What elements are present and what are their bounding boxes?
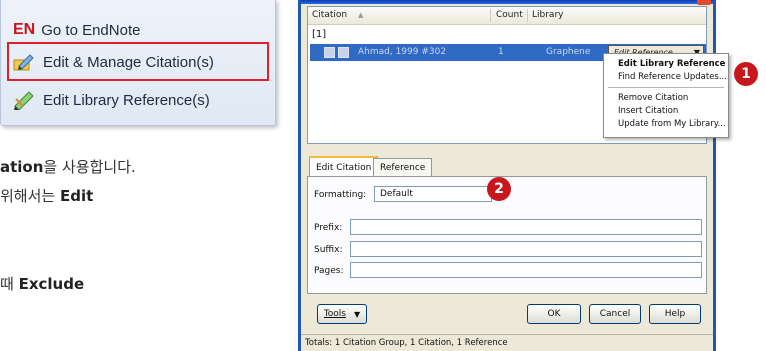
tools-button[interactable]: Tools ▼ — [317, 304, 367, 324]
edit-manage-citations-button[interactable]: Edit & Manage Citation(s) — [13, 48, 263, 76]
instruction-line-2-text: 위해서는 — [0, 187, 60, 205]
callout-badge-1: 1 — [734, 62, 758, 86]
move-up-icon[interactable] — [324, 47, 335, 58]
close-icon[interactable] — [697, 0, 711, 5]
title-bar — [301, 0, 713, 4]
menu-item-remove-citation[interactable]: Remove Citation — [618, 93, 688, 103]
instruction-line-3-bold: Exclude — [18, 275, 85, 293]
tab-reference[interactable]: Reference — [373, 158, 433, 176]
suffix-field[interactable] — [350, 241, 702, 257]
prefix-label: Prefix: — [314, 223, 343, 233]
column-citation[interactable]: Citation ▲ — [312, 10, 363, 20]
column-count[interactable]: Count — [496, 10, 523, 20]
cancel-button[interactable]: Cancel — [589, 304, 641, 324]
menu-item-update-from-library[interactable]: Update from My Library... — [618, 119, 726, 129]
column-separator — [527, 9, 528, 22]
endnote-logo-icon: EN — [13, 21, 36, 38]
tab-edit-citation[interactable]: Edit Citation — [309, 156, 379, 177]
menu-item-edit-library-reference[interactable]: Edit Library Reference — [618, 59, 725, 69]
callout-badge-2: 2 — [487, 177, 511, 201]
instruction-line-2-bold: Edit — [59, 187, 94, 205]
citation-cell: Ahmad, 1999 #302 — [358, 47, 447, 57]
move-down-icon[interactable] — [338, 47, 349, 58]
formatting-label: Formatting: — [314, 190, 367, 200]
edit-library-reference-button[interactable]: Edit Library Reference(s) — [13, 86, 263, 114]
column-citation-label: Citation — [312, 10, 348, 20]
instruction-line-1: ation을 사용합니다. — [0, 156, 136, 177]
edit-manage-citations-label: Edit & Manage Citation(s) — [43, 53, 214, 71]
edit-library-reference-label: Edit Library Reference(s) — [43, 91, 210, 109]
column-separator — [490, 9, 491, 22]
edit-reference-menu: Edit Library Reference Find Reference Up… — [603, 53, 729, 138]
citation-group-label: [1] — [312, 29, 327, 40]
tools-button-label: Tools — [323, 309, 346, 319]
list-header: Citation ▲ Count Library — [308, 7, 706, 25]
chevron-down-icon: ▼ — [354, 309, 361, 319]
menu-item-insert-citation[interactable]: Insert Citation — [618, 106, 678, 116]
pencil-citation-icon — [13, 54, 34, 71]
formatting-select[interactable]: Default — [374, 186, 492, 202]
go-to-endnote-label: Go to EndNote — [41, 21, 141, 39]
column-library[interactable]: Library — [532, 10, 563, 20]
instruction-line-1-text: 을 사용합니다. — [43, 158, 136, 176]
library-cell: Graphene — [546, 47, 591, 57]
go-to-endnote-button[interactable]: EN Go to EndNote — [13, 16, 263, 44]
status-bar: Totals: 1 Citation Group, 1 Citation, 1 … — [301, 334, 713, 351]
sort-ascending-icon: ▲ — [357, 11, 364, 19]
prefix-field[interactable] — [350, 219, 702, 235]
count-cell: 1 — [498, 47, 504, 57]
endnote-ribbon-group: EN Go to EndNote Edit & Manage Citation(… — [0, 0, 276, 126]
instruction-line-1-bold: ation — [0, 158, 44, 176]
menu-item-find-reference-updates[interactable]: Find Reference Updates... — [618, 72, 727, 82]
instruction-line-2: 위해서는 Edit — [0, 185, 93, 206]
pencil-library-icon — [14, 91, 34, 110]
instruction-line-3-text: 때 — [0, 275, 19, 293]
menu-separator — [608, 87, 724, 88]
suffix-label: Suffix: — [314, 245, 343, 255]
pages-field[interactable] — [350, 262, 702, 278]
ok-button[interactable]: OK — [527, 304, 581, 324]
instruction-line-3: 때 Exclude — [0, 273, 84, 294]
help-button[interactable]: Help — [649, 304, 701, 324]
pages-label: Pages: — [314, 266, 344, 276]
